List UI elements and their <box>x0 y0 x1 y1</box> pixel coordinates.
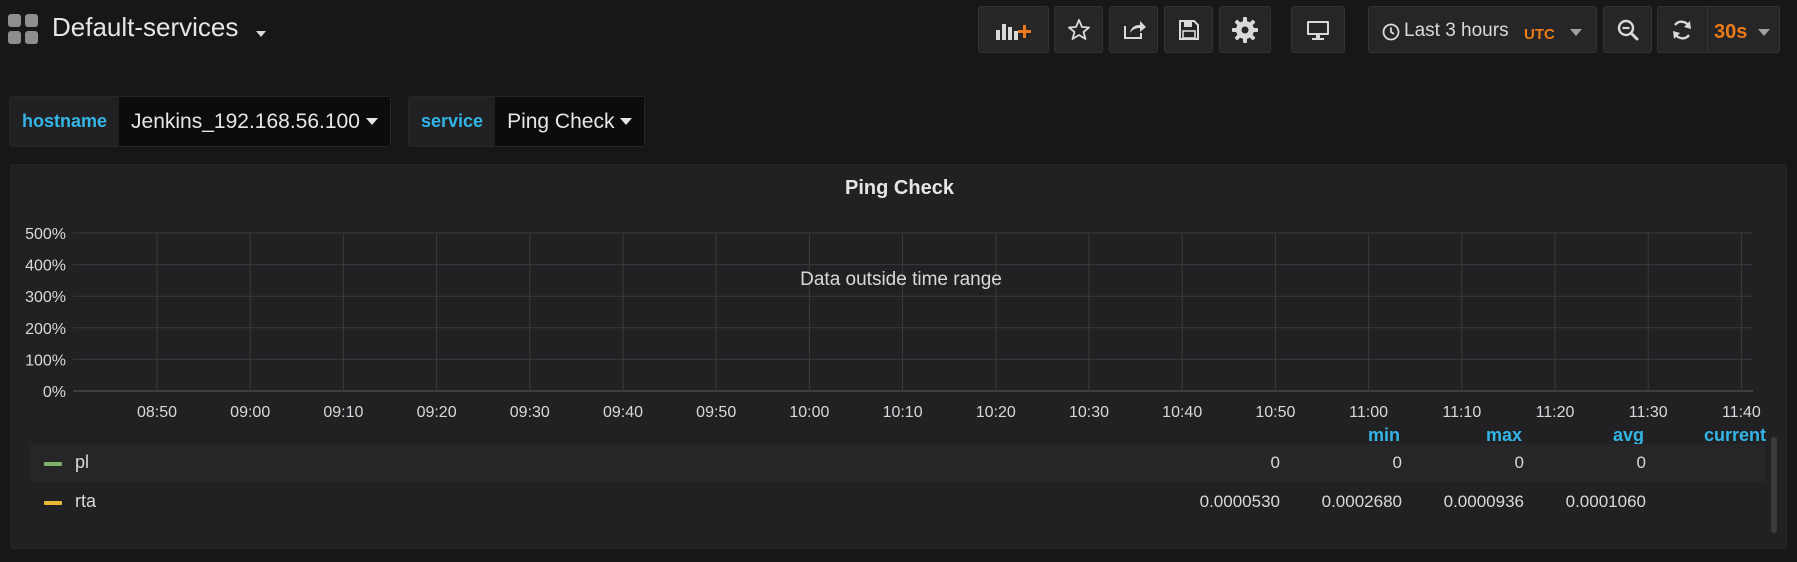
legend-value-avg: 0.0000936 <box>1443 492 1524 511</box>
graph-chart[interactable]: 0% 100% 200% 300% 400% 500% 08:50 09:00 09:10 09:… <box>11 165 1788 425</box>
zoom-out-button[interactable] <box>1603 6 1652 53</box>
graph-panel: Ping Check 0% 100% 200% 300% 400% 500% 08:50 09… <box>10 164 1787 549</box>
legend-value-min: 0.0000530 <box>1199 492 1280 511</box>
x-tick-label: 09:00 <box>230 404 270 421</box>
legend-series-rta[interactable]: rta 0.0000530 0.0002680 0.0000936 0.0001… <box>30 483 1765 521</box>
series-color-swatch[interactable] <box>44 462 62 466</box>
legend-column-min[interactable]: min <box>1290 425 1400 446</box>
variable-hostname: hostname Jenkins_192.168.56.100 <box>9 96 391 147</box>
zoom-out-icon <box>1617 19 1638 40</box>
gear-icon <box>1232 16 1258 43</box>
y-tick-label: 100% <box>25 352 66 369</box>
settings-button[interactable] <box>1219 6 1271 53</box>
chevron-down-icon <box>1570 29 1582 36</box>
x-tick-label: 11:10 <box>1442 404 1481 421</box>
legend-column-avg[interactable]: avg <box>1534 425 1644 446</box>
legend-value-max: 0.0002680 <box>1321 492 1402 511</box>
y-tick-label: 200% <box>25 321 66 338</box>
refresh-icon[interactable] <box>1670 18 1694 42</box>
x-tick-label: 08:50 <box>137 404 177 421</box>
timezone-label: UTC <box>1524 26 1555 43</box>
variable-value: Jenkins_192.168.56.100 <box>131 109 360 133</box>
legend-scrollbar[interactable] <box>1771 437 1777 533</box>
series-color-swatch[interactable] <box>44 501 62 505</box>
x-tick-label: 10:30 <box>1069 404 1109 421</box>
x-tick-label: 11:30 <box>1629 404 1668 421</box>
save-button[interactable] <box>1164 6 1213 53</box>
x-tick-label: 10:20 <box>976 404 1016 421</box>
x-tick-label: 09:20 <box>417 404 457 421</box>
star-icon <box>1067 18 1090 40</box>
legend-value-current: 0 <box>1636 453 1646 472</box>
clock-icon <box>1382 23 1400 41</box>
x-tick-label: 09:50 <box>696 404 736 421</box>
x-tick-label: 10:10 <box>883 404 923 421</box>
x-tick-label: 11:40 <box>1722 404 1761 421</box>
top-navbar: Default-services Last 3 hours UTC 30s <box>0 0 1797 62</box>
x-tick-label: 11:20 <box>1536 404 1575 421</box>
variable-hostname-dropdown[interactable]: Jenkins_192.168.56.100 <box>119 97 390 146</box>
dashboard-title[interactable]: Default-services <box>52 12 238 43</box>
legend-column-max[interactable]: max <box>1412 425 1522 446</box>
y-tick-label: 0% <box>43 384 66 401</box>
variable-label: service <box>409 97 496 146</box>
y-tick-label: 500% <box>25 226 66 243</box>
variable-value: Ping Check <box>507 109 615 133</box>
variable-service-dropdown[interactable]: Ping Check <box>495 97 645 146</box>
share-button[interactable] <box>1109 6 1158 53</box>
chevron-down-icon[interactable] <box>1758 29 1770 36</box>
chevron-down-icon[interactable] <box>256 31 266 37</box>
y-tick-label: 400% <box>25 258 66 275</box>
x-tick-label: 09:40 <box>603 404 643 421</box>
variable-label: hostname <box>10 97 120 146</box>
x-tick-label: 10:40 <box>1162 404 1202 421</box>
x-tick-label: 10:00 <box>789 404 829 421</box>
chevron-down-icon <box>365 118 378 125</box>
refresh-picker[interactable]: 30s <box>1657 6 1780 53</box>
legend-value-avg: 0 <box>1514 453 1524 472</box>
legend-column-current[interactable]: current <box>1656 425 1766 446</box>
star-button[interactable] <box>1054 6 1103 53</box>
dashboard-grid-icon[interactable] <box>8 14 38 44</box>
monitor-icon <box>1307 20 1329 40</box>
legend-series-name[interactable]: pl <box>75 452 89 473</box>
view-mode-button[interactable] <box>1291 6 1345 53</box>
legend-series-name[interactable]: rta <box>75 491 96 512</box>
floppy-disk-icon <box>1178 19 1199 40</box>
y-tick-label: 300% <box>25 289 66 306</box>
legend-value-current: 0.0001060 <box>1565 492 1646 511</box>
share-icon <box>1123 20 1146 39</box>
variable-service: service Ping Check <box>408 96 646 147</box>
x-tick-label: 09:10 <box>323 404 363 421</box>
legend-value-max: 0 <box>1392 453 1402 472</box>
legend-value-min: 0 <box>1270 453 1280 472</box>
time-range-label: Last 3 hours <box>1404 20 1509 41</box>
chevron-down-icon <box>620 118 633 125</box>
divider <box>1707 7 1708 52</box>
bar-chart-plus-icon <box>995 23 1031 40</box>
refresh-interval-label[interactable]: 30s <box>1714 21 1747 44</box>
legend-series-pl[interactable]: pl 0 0 0 0 <box>30 444 1765 482</box>
add-panel-button[interactable] <box>978 6 1049 53</box>
x-tick-label: 09:30 <box>510 404 550 421</box>
no-data-message: Data outside time range <box>800 269 1002 290</box>
time-range-picker[interactable]: Last 3 hours UTC <box>1368 6 1597 53</box>
x-tick-label: 10:50 <box>1255 404 1295 421</box>
x-tick-label: 11:00 <box>1349 404 1388 421</box>
